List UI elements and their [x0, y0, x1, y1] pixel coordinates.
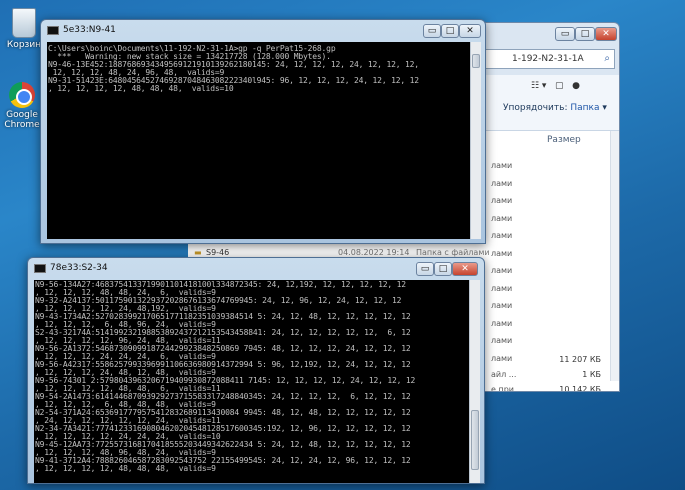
console-icon	[34, 264, 46, 273]
console-bottom-maximize-button[interactable]: □	[434, 262, 452, 276]
recycle-bin-label: Корзин	[6, 40, 42, 50]
console-top-scrollbar[interactable]	[470, 42, 481, 239]
console-top-scroll-thumb[interactable]	[472, 54, 480, 68]
console-top-minimize-button[interactable]: ▭	[423, 24, 441, 38]
chrome-icon	[9, 82, 35, 108]
explorer-address-bar[interactable]: 1-192-N2-31-1A ⌕	[475, 49, 615, 69]
explorer-minimize-button[interactable]: ▭	[555, 27, 575, 41]
explorer-row-type[interactable]: лами	[491, 354, 512, 363]
explorer-maximize-button[interactable]: □	[575, 27, 595, 41]
explorer-address-text: 1-192-N2-31-1A	[512, 54, 584, 64]
recycle-bin-icon	[12, 8, 36, 38]
console-bottom-title: 78e33:S2-34	[50, 263, 108, 273]
console-bottom-scroll-thumb[interactable]	[471, 410, 479, 470]
explorer-window[interactable]: ▭ □ ✕ 1-192-N2-31-1A ⌕ ☷ ▾ ▢ ● Упорядочи…	[470, 22, 620, 392]
explorer-row-size: 1 КБ	[582, 370, 601, 379]
explorer-row-size: 11 207 КБ	[559, 355, 601, 364]
console-window-bottom[interactable]: 78e33:S2-34 ▭ □ ✕ N9-56-134A27:468375413…	[27, 257, 485, 484]
explorer-row-type[interactable]: лами	[491, 214, 512, 223]
console-bottom-minimize-button[interactable]: ▭	[416, 262, 434, 276]
file-row-name: S9-46	[206, 248, 230, 257]
console-line: , 12, 12, 12, 12, 48, 48, 48, valids=10	[48, 84, 234, 93]
explorer-row-type[interactable]: лами	[491, 319, 512, 328]
explorer-row-type[interactable]: лами	[491, 161, 512, 170]
file-row-type: Папка с файлами	[416, 248, 490, 257]
explorer-scrollbar[interactable]	[610, 131, 619, 381]
explorer-row-type[interactable]: лами	[491, 301, 512, 310]
console-top-maximize-button[interactable]: □	[441, 24, 459, 38]
explorer-row-type[interactable]: лами	[491, 284, 512, 293]
desktop-icon-chrome[interactable]: Google Chrome	[0, 82, 44, 130]
sort-menu[interactable]: Упорядочить: Папка ▾	[503, 103, 607, 113]
console-bottom-titlebar[interactable]: 78e33:S2-34 ▭ □ ✕	[28, 258, 484, 280]
sort-label: Упорядочить:	[503, 103, 568, 113]
view-options-icon[interactable]: ☷ ▾ ▢ ●	[531, 81, 580, 91]
console-top-output[interactable]: C:\Users\boinc\Documents\11-192-N2-31-1A…	[47, 42, 470, 239]
explorer-file-list[interactable]: Размер лами лами лами лами лами лами лами лами л…	[471, 131, 619, 392]
folder-icon: ▬	[194, 248, 202, 257]
explorer-row-type[interactable]: лами	[491, 179, 512, 188]
console-window-top[interactable]: 5e33:N9-41 ▭ □ ✕ C:\Users\boinc\Document…	[40, 19, 486, 244]
explorer-row-type[interactable]: лами	[491, 231, 512, 240]
explorer-toolbar: ☷ ▾ ▢ ● Упорядочить: Папка ▾	[471, 75, 619, 131]
console-top-close-button[interactable]: ✕	[459, 24, 481, 38]
explorer-row-type[interactable]: лами	[491, 266, 512, 275]
explorer-row-name[interactable]: е при...	[491, 385, 522, 391]
explorer-row-type[interactable]: лами	[491, 196, 512, 205]
folder-sort-button[interactable]: Папка	[570, 103, 599, 113]
console-bottom-scrollbar[interactable]	[469, 280, 480, 483]
console-line: , 12, 12, 12, 12, 48, 48, 48, valids=9	[35, 464, 216, 473]
column-header-size[interactable]: Размер	[547, 135, 581, 145]
explorer-row-type[interactable]: лами	[491, 249, 512, 258]
chrome-label-2: Chrome	[4, 120, 40, 130]
console-bottom-output[interactable]: N9-56-134A27:4683754133719901101418100l3…	[34, 280, 469, 483]
explorer-close-button[interactable]: ✕	[595, 27, 617, 41]
explorer-row-type[interactable]: лами	[491, 336, 512, 345]
explorer-row-size: 10 142 КБ	[559, 385, 601, 392]
console-icon	[47, 26, 59, 35]
search-icon[interactable]: ⌕	[604, 53, 610, 64]
console-bottom-close-button[interactable]: ✕	[452, 262, 478, 276]
console-top-titlebar[interactable]: 5e33:N9-41 ▭ □ ✕	[41, 20, 485, 42]
file-row-date: 04.08.2022 19:14	[338, 248, 410, 257]
explorer-row-name[interactable]: айл ...	[491, 370, 516, 379]
console-top-title: 5e33:N9-41	[63, 25, 116, 35]
chrome-label-1: Google	[6, 110, 38, 120]
